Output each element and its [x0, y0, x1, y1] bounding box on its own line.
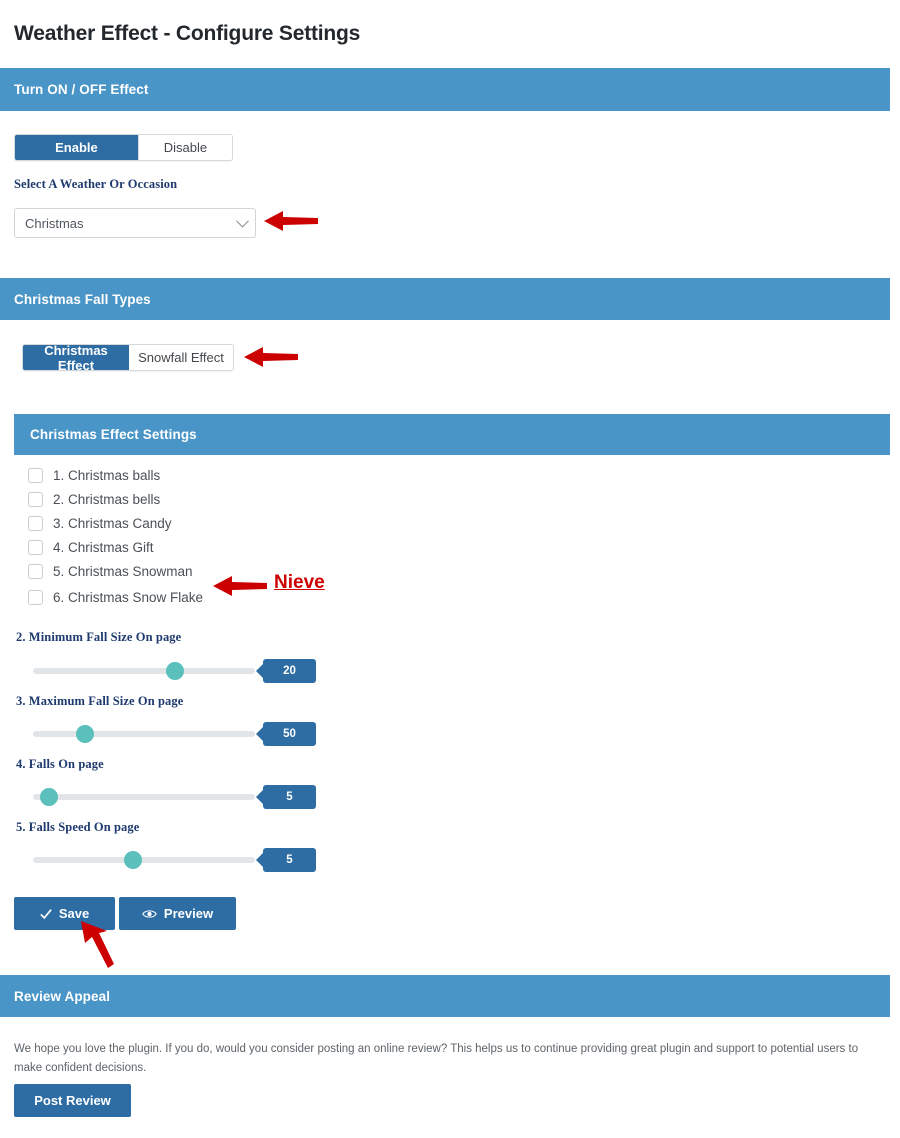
- weather-occasion-select[interactable]: Christmas: [14, 208, 256, 238]
- checkbox-row-christmas-gift[interactable]: 4. Christmas Gift: [28, 540, 154, 555]
- slider-handle-falls-speed[interactable]: [124, 851, 142, 869]
- preview-button-label: Preview: [163, 906, 214, 921]
- disable-button[interactable]: Disable: [137, 135, 232, 160]
- checkbox-row-christmas-balls[interactable]: 1. Christmas balls: [28, 468, 160, 483]
- slider-label-falls-speed: 5. Falls Speed On page: [16, 820, 140, 834]
- slider-falls-speed[interactable]: 5: [0, 848, 340, 872]
- checkbox-row-christmas-snow-flake[interactable]: 6. Christmas Snow Flake: [28, 590, 203, 605]
- checkbox-row-christmas-candy[interactable]: 3. Christmas Candy: [28, 516, 172, 531]
- slider-value-max-fall-size: 50: [263, 722, 316, 746]
- slider-value-falls-on-page: 5: [263, 785, 316, 809]
- checkbox-christmas-gift[interactable]: [28, 540, 43, 555]
- slider-handle-min-fall-size[interactable]: [166, 662, 184, 680]
- slider-label-max-fall-size: 3. Maximum Fall Size On page: [16, 694, 184, 708]
- checkbox-christmas-balls[interactable]: [28, 468, 43, 483]
- panel-header-effect-settings-label: Christmas Effect Settings: [30, 427, 197, 442]
- post-review-button[interactable]: Post Review: [14, 1084, 131, 1117]
- slider-value-min-fall-size: 20: [263, 659, 316, 683]
- checkbox-label-christmas-candy: 3. Christmas Candy: [53, 516, 172, 531]
- panel-header-review-appeal: Review Appeal: [0, 975, 890, 1017]
- page-title: Weather Effect - Configure Settings: [14, 22, 361, 45]
- fall-type-tabs[interactable]: Christmas Effect Snowfall Effect: [22, 344, 234, 371]
- eye-icon: [142, 909, 157, 918]
- tab-christmas-effect[interactable]: Christmas Effect: [23, 345, 129, 370]
- panel-header-fall-types-label: Christmas Fall Types: [14, 291, 151, 307]
- tab-snowfall-effect[interactable]: Snowfall Effect: [128, 345, 233, 370]
- slider-label-falls-on-page: 4. Falls On page: [16, 757, 104, 771]
- slider-track-falls-on-page[interactable]: [33, 794, 255, 800]
- annotation-note-nieve: Nieve: [274, 572, 325, 593]
- checkbox-christmas-bells[interactable]: [28, 492, 43, 507]
- checkbox-label-christmas-balls: 1. Christmas balls: [53, 468, 161, 483]
- panel-header-turn-on-off: Turn ON / OFF Effect: [0, 68, 890, 111]
- check-icon: [40, 908, 52, 919]
- annotation-arrow-select: [264, 211, 318, 231]
- annotation-arrow-tabs: [244, 347, 298, 367]
- enable-button[interactable]: Enable: [15, 135, 138, 160]
- save-button-label: Save: [58, 906, 90, 921]
- slider-falls-on-page[interactable]: 5: [0, 785, 340, 809]
- checkbox-row-christmas-snowman[interactable]: 5. Christmas Snowman: [28, 564, 193, 579]
- slider-handle-max-fall-size[interactable]: [76, 725, 94, 743]
- slider-track-min-fall-size[interactable]: [33, 668, 255, 674]
- slider-handle-falls-on-page[interactable]: [40, 788, 58, 806]
- checkbox-label-christmas-snowman: 5. Christmas Snowman: [53, 564, 193, 579]
- checkbox-label-christmas-bells: 2. Christmas bells: [53, 492, 161, 507]
- slider-track-falls-speed[interactable]: [33, 857, 255, 863]
- checkbox-label-christmas-gift: 4. Christmas Gift: [53, 540, 154, 555]
- panel-header-effect-settings: Christmas Effect Settings: [14, 414, 890, 455]
- preview-button[interactable]: Preview: [119, 897, 236, 930]
- checkbox-christmas-snow-flake[interactable]: [28, 590, 43, 605]
- weather-occasion-select-value[interactable]: Christmas: [14, 208, 256, 238]
- slider-max-fall-size[interactable]: 50: [0, 722, 340, 746]
- panel-header-turn-on-off-label: Turn ON / OFF Effect: [14, 82, 149, 97]
- checkbox-christmas-candy[interactable]: [28, 516, 43, 531]
- select-weather-label: Select A Weather Or Occasion: [14, 177, 178, 191]
- checkbox-label-christmas-snow-flake: 6. Christmas Snow Flake: [53, 590, 204, 605]
- save-button[interactable]: Save: [14, 897, 115, 930]
- panel-header-review-appeal-label: Review Appeal: [14, 988, 111, 1004]
- slider-track-max-fall-size[interactable]: [33, 731, 255, 737]
- checkbox-christmas-snowman[interactable]: [28, 564, 43, 579]
- slider-value-falls-speed: 5: [263, 848, 316, 872]
- slider-label-min-fall-size: 2. Minimum Fall Size On page: [16, 630, 182, 644]
- checkbox-row-christmas-bells[interactable]: 2. Christmas bells: [28, 492, 160, 507]
- slider-min-fall-size[interactable]: 20: [0, 659, 340, 683]
- enable-disable-toggle[interactable]: Enable Disable: [14, 134, 233, 161]
- review-appeal-body: We hope you love the plugin. If you do, …: [14, 1043, 859, 1074]
- annotation-arrow-nieve: [213, 576, 267, 596]
- panel-header-fall-types: Christmas Fall Types: [0, 278, 890, 320]
